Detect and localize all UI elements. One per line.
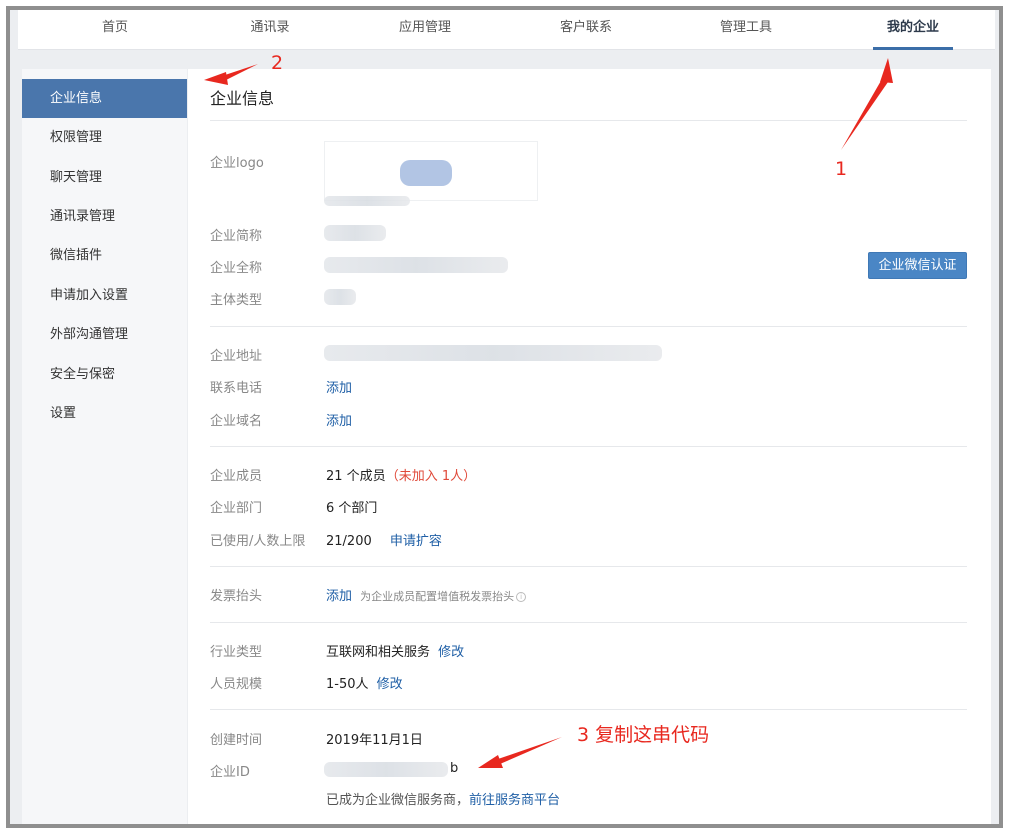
annotation-arrow-1	[841, 79, 888, 150]
annotation-arrows	[204, 58, 893, 768]
annotation-arrowhead-2	[204, 72, 228, 85]
annotation-label-1: 1	[835, 158, 848, 180]
annotation-arrowhead-3	[478, 755, 503, 768]
annotation-arrowhead-1	[880, 58, 893, 83]
annotation-label-3: 3 复制这串代码	[577, 724, 710, 746]
annotation-arrow-3	[498, 737, 562, 764]
annotation-arrow-2	[222, 64, 258, 81]
annotation-label-2: 2	[271, 52, 284, 74]
